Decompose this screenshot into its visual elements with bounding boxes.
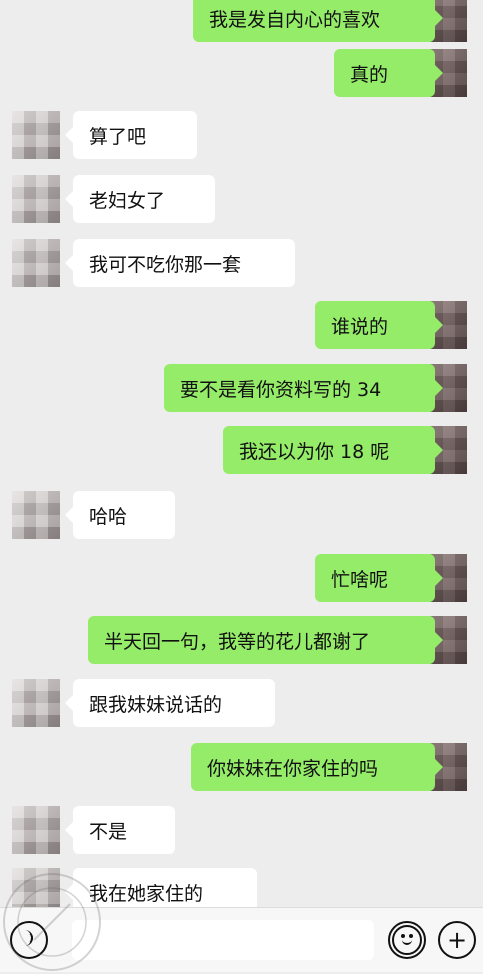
contact-avatar[interactable]	[12, 239, 60, 287]
message-row: 忙啥呢	[0, 554, 483, 604]
incoming-message-bubble[interactable]: 算了吧	[65, 111, 197, 159]
outgoing-message-bubble[interactable]: 我是发自内心的喜欢	[193, 0, 443, 42]
outgoing-message-bubble[interactable]: 谁说的	[315, 301, 443, 349]
emoji-icon	[392, 925, 422, 955]
message-row: 你妹妹在你家住的吗	[0, 743, 483, 793]
message-row: 我可不吃你那一套	[0, 239, 483, 289]
message-row: 真的	[0, 49, 483, 99]
incoming-message-bubble[interactable]: 我可不吃你那一套	[65, 239, 295, 287]
outgoing-message-bubble[interactable]: 要不是看你资料写的 34	[164, 364, 443, 412]
message-row: 谁说的	[0, 301, 483, 351]
outgoing-message-bubble[interactable]: 你妹妹在你家住的吗	[191, 743, 443, 791]
contact-avatar[interactable]	[12, 806, 60, 854]
add-button[interactable]: +	[438, 921, 476, 959]
chat-input-bar: +	[0, 907, 483, 972]
incoming-message-bubble[interactable]: 老妇女了	[65, 175, 215, 223]
outgoing-message-bubble[interactable]: 真的	[334, 49, 443, 97]
message-row: 算了吧	[0, 111, 483, 161]
incoming-message-bubble[interactable]: 跟我妹妹说话的	[65, 679, 275, 727]
incoming-message-bubble[interactable]: 不是	[65, 806, 175, 854]
incoming-message-bubble[interactable]: 哈哈	[65, 491, 175, 539]
outgoing-message-bubble[interactable]: 我还以为你 18 呢	[223, 426, 443, 474]
outgoing-message-bubble[interactable]: 忙啥呢	[315, 554, 443, 602]
contact-avatar[interactable]	[12, 111, 60, 159]
message-input[interactable]	[72, 920, 374, 960]
contact-avatar[interactable]	[12, 679, 60, 727]
message-row: 哈哈	[0, 491, 483, 541]
message-row: 要不是看你资料写的 34	[0, 364, 483, 414]
plus-icon: +	[446, 926, 468, 954]
voice-icon[interactable]	[10, 921, 48, 959]
message-row: 跟我妹妹说话的	[0, 679, 483, 729]
message-row: 我是发自内心的喜欢	[0, 0, 483, 44]
outgoing-message-bubble[interactable]: 半天回一句，我等的花儿都谢了	[88, 616, 443, 664]
emoji-button[interactable]	[388, 921, 426, 959]
message-row: 老妇女了	[0, 175, 483, 225]
message-row: 不是	[0, 806, 483, 856]
contact-avatar[interactable]	[12, 491, 60, 539]
message-row: 我还以为你 18 呢	[0, 426, 483, 476]
message-row: 半天回一句，我等的花儿都谢了	[0, 616, 483, 666]
contact-avatar[interactable]	[12, 175, 60, 223]
